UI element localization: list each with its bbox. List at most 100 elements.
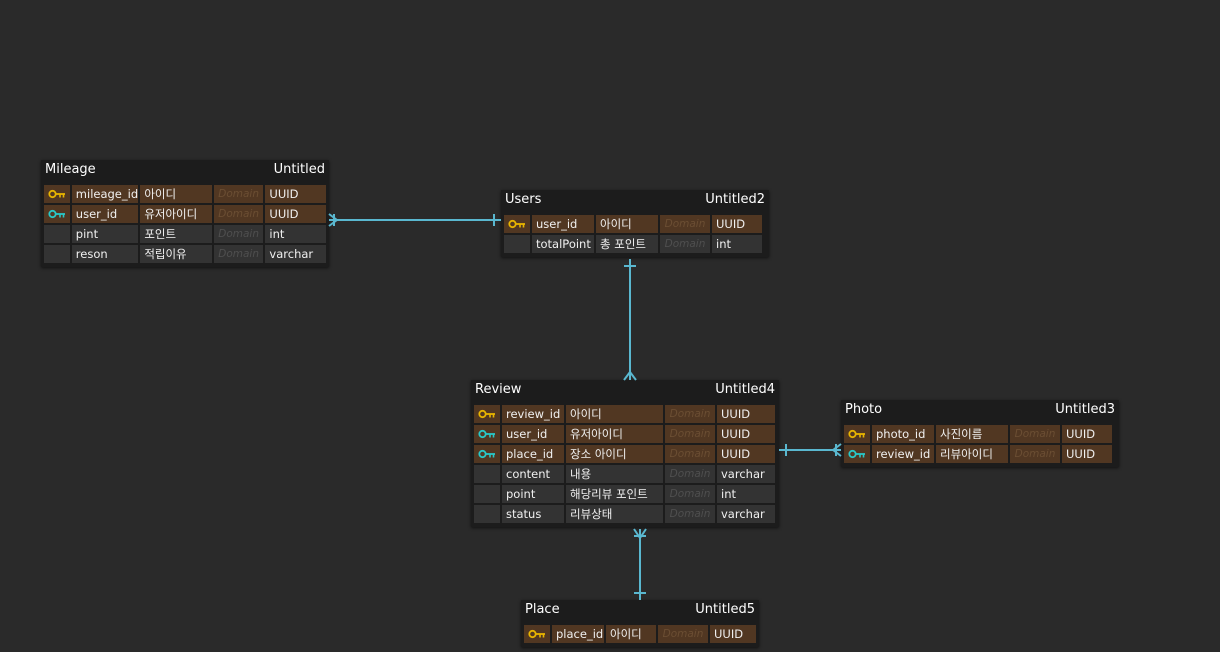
- entity-header[interactable]: Mileage Untitled: [41, 160, 329, 180]
- primary-key-icon: [478, 408, 496, 420]
- crowfoot-prong: [328, 213, 338, 221]
- column-logical-name: 유저아이디: [140, 205, 212, 223]
- key-cell: [504, 235, 530, 253]
- primary-key-icon: [508, 218, 526, 230]
- relationship-place-review[interactable]: [633, 528, 647, 600]
- crowfoot-prong: [639, 528, 647, 539]
- column-logical-name: 사진이름: [936, 425, 1008, 443]
- column-logical-name: 아이디: [596, 215, 658, 233]
- entity-name: Place: [525, 602, 560, 617]
- column-name: place_id: [502, 445, 564, 463]
- column-list: review_id 아이디 Domain UUID user_id 유저아이디 Domain…: [471, 400, 779, 523]
- entity-label: Untitled3: [1055, 402, 1115, 417]
- key-cell: [474, 505, 500, 523]
- column-row[interactable]: place_id 아이디 Domain UUID: [524, 625, 756, 643]
- column-row[interactable]: photo_id 사진이름 Domain UUID: [844, 425, 1116, 443]
- diagram-canvas[interactable]: Mileage Untitled mileage_id 아이디 Domain UUID…: [0, 0, 1220, 652]
- column-domain: Domain: [665, 405, 715, 423]
- column-domain: Domain: [665, 445, 715, 463]
- column-row[interactable]: status 리뷰상태 Domain varchar: [474, 505, 776, 523]
- column-row[interactable]: point 해당리뷰 포인트 Domain int: [474, 485, 776, 503]
- column-row[interactable]: totalPoint 총 포인트 Domain int: [504, 235, 766, 253]
- column-name: review_id: [502, 405, 564, 423]
- entity-name: Mileage: [45, 162, 96, 177]
- column-row[interactable]: review_id 아이디 Domain UUID: [474, 405, 776, 423]
- column-type: int: [717, 485, 775, 503]
- entity-place[interactable]: Place Untitled5 place_id 아이디 Domain UUID: [521, 600, 759, 647]
- column-row[interactable]: user_id 유저아이디 Domain UUID: [44, 205, 326, 223]
- entity-label: Untitled2: [705, 192, 765, 207]
- relationship-users-mileage[interactable]: [328, 213, 501, 227]
- column-domain: Domain: [665, 465, 715, 483]
- column-type: varchar: [265, 245, 326, 263]
- column-type: int: [265, 225, 326, 243]
- column-type: UUID: [717, 445, 775, 463]
- column-domain: Domain: [660, 235, 710, 253]
- entity-name: Photo: [845, 402, 883, 417]
- column-domain: Domain: [658, 625, 708, 643]
- column-domain: Domain: [660, 215, 710, 233]
- column-type: UUID: [710, 625, 756, 643]
- key-cell: [504, 215, 530, 233]
- column-row[interactable]: reson 적립이유 Domain varchar: [44, 245, 326, 263]
- column-logical-name: 아이디: [566, 405, 663, 423]
- relationship-review-photo[interactable]: [779, 443, 842, 457]
- column-list: mileage_id 아이디 Domain UUID user_id 유저아이디 Domai…: [41, 180, 329, 263]
- column-domain: Domain: [1010, 425, 1060, 443]
- column-name: content: [502, 465, 564, 483]
- column-type: UUID: [1062, 425, 1112, 443]
- column-name: review_id: [872, 445, 934, 463]
- entity-header[interactable]: Review Untitled4: [471, 380, 779, 400]
- column-logical-name: 내용: [566, 465, 663, 483]
- primary-key-icon: [848, 428, 866, 440]
- column-name: place_id: [552, 625, 604, 643]
- crowfoot-prong: [629, 371, 637, 381]
- foreign-key-icon: [48, 208, 66, 220]
- column-domain: Domain: [213, 245, 264, 263]
- entity-review[interactable]: Review Untitled4 review_id 아이디 Domain UUID u…: [471, 380, 779, 527]
- entity-name: Users: [505, 192, 542, 207]
- column-type: UUID: [712, 215, 762, 233]
- column-name: reson: [71, 245, 139, 263]
- column-row[interactable]: place_id 장소 아이디 Domain UUID: [474, 445, 776, 463]
- column-domain: Domain: [665, 505, 715, 523]
- entity-photo[interactable]: Photo Untitled3 photo_id 사진이름 Domain UUIDre…: [841, 400, 1119, 467]
- column-list: place_id 아이디 Domain UUID: [521, 620, 759, 643]
- entity-mileage[interactable]: Mileage Untitled mileage_id 아이디 Domain UUID…: [41, 160, 329, 267]
- column-name: pint: [71, 225, 139, 243]
- entity-header[interactable]: Users Untitled2: [501, 190, 769, 210]
- column-logical-name: 유저아이디: [566, 425, 663, 443]
- key-cell: [44, 245, 70, 263]
- relationship-layer: [328, 213, 842, 600]
- key-cell: [844, 425, 870, 443]
- key-cell: [474, 485, 500, 503]
- entity-users[interactable]: Users Untitled2 user_id 아이디 Domain UUIDtota…: [501, 190, 769, 257]
- column-list: user_id 아이디 Domain UUID totalPoint 총 포인트 Domai…: [501, 210, 769, 253]
- column-logical-name: 총 포인트: [596, 235, 658, 253]
- foreign-key-icon: [478, 428, 496, 440]
- key-cell: [44, 185, 70, 203]
- column-logical-name: 아이디: [606, 625, 656, 643]
- column-logical-name: 리뷰상태: [566, 505, 663, 523]
- column-row[interactable]: user_id 아이디 Domain UUID: [504, 215, 766, 233]
- key-cell: [474, 425, 500, 443]
- column-domain: Domain: [213, 205, 264, 223]
- column-row[interactable]: pint 포인트 Domain int: [44, 225, 326, 243]
- column-list: photo_id 사진이름 Domain UUID review_id 리뷰아이디 Doma…: [841, 420, 1119, 463]
- column-row[interactable]: review_id 리뷰아이디 Domain UUID: [844, 445, 1116, 463]
- column-name: status: [502, 505, 564, 523]
- primary-key-icon: [528, 628, 546, 640]
- entity-header[interactable]: Photo Untitled3: [841, 400, 1119, 420]
- entity-label: Untitled5: [695, 602, 755, 617]
- entity-label: Untitled4: [715, 382, 775, 397]
- key-cell: [44, 225, 70, 243]
- column-row[interactable]: mileage_id 아이디 Domain UUID: [44, 185, 326, 203]
- key-cell: [474, 445, 500, 463]
- column-row[interactable]: content 내용 Domain varchar: [474, 465, 776, 483]
- relationship-users-review[interactable]: [623, 259, 637, 381]
- column-logical-name: 적립이유: [140, 245, 212, 263]
- entity-header[interactable]: Place Untitled5: [521, 600, 759, 620]
- foreign-key-icon: [848, 448, 866, 460]
- column-row[interactable]: user_id 유저아이디 Domain UUID: [474, 425, 776, 443]
- column-name: point: [502, 485, 564, 503]
